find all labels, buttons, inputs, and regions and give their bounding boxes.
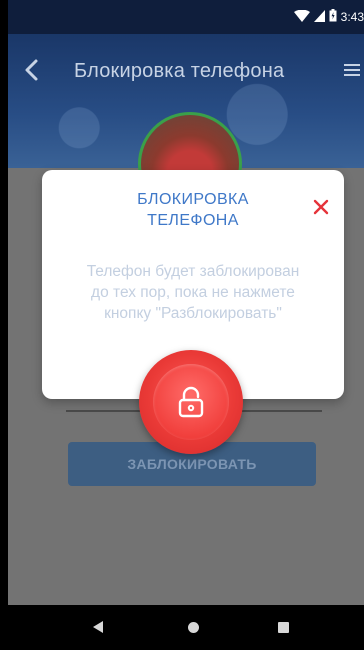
system-nav-bar <box>8 605 364 650</box>
lock-fab-button[interactable] <box>139 350 243 454</box>
lock-fab-inner <box>153 364 229 440</box>
wifi-icon <box>293 9 310 25</box>
nav-home-icon[interactable] <box>188 622 199 633</box>
menu-icon[interactable] <box>344 62 360 78</box>
screen: 3:43 Блокировка телефона ЗАБЛОКИРОВАТЬ Б… <box>8 0 364 650</box>
lock-icon <box>178 386 204 418</box>
chevron-left-icon[interactable] <box>20 58 44 82</box>
nav-back-icon[interactable] <box>93 621 103 633</box>
close-icon[interactable] <box>312 198 330 216</box>
status-time: 3:43 <box>340 10 364 24</box>
status-bar: 3:43 <box>8 0 364 34</box>
dialog-message: Телефон будет заблокирован до тех пор, п… <box>86 263 300 322</box>
page-title: Блокировка телефона <box>74 60 285 82</box>
signal-icon <box>313 9 325 25</box>
status-icons: 3:43 <box>293 9 364 25</box>
battery-icon <box>329 9 337 25</box>
dialog-title: БЛОКИРОВКА ТЕЛЕФОНА <box>137 191 249 229</box>
nav-recents-icon[interactable] <box>278 622 289 633</box>
